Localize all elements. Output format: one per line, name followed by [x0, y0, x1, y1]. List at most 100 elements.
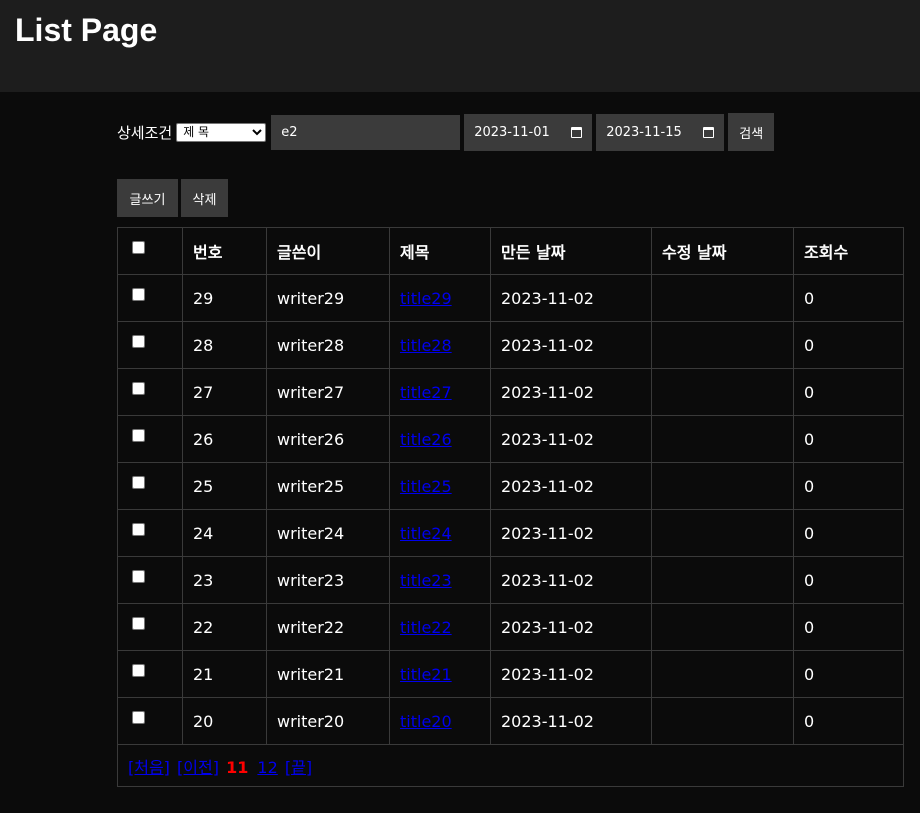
title-link[interactable]: title22 [400, 618, 452, 637]
row-check-cell [117, 462, 183, 510]
cell-views: 0 [793, 556, 904, 604]
header-views: 조회수 [793, 227, 904, 275]
title-link[interactable]: title20 [400, 712, 452, 731]
cell-created: 2023-11-02 [490, 697, 652, 745]
cell-views: 0 [793, 415, 904, 463]
cell-title: title27 [389, 368, 491, 416]
cell-modified [651, 462, 794, 510]
cell-views: 0 [793, 368, 904, 416]
cell-modified [651, 650, 794, 698]
table-row: 27 writer27 title27 2023-11-02 0 [117, 368, 904, 416]
end-date-input[interactable]: 2023-11-15 [596, 113, 725, 151]
table-row: 20 writer20 title20 2023-11-02 0 [117, 697, 904, 745]
row-check-cell [117, 603, 183, 651]
search-button[interactable]: 검색 [728, 113, 775, 151]
header-modified: 수정 날짜 [651, 227, 794, 275]
row-checkbox[interactable] [132, 616, 145, 630]
row-checkbox[interactable] [132, 475, 145, 489]
cell-number: 29 [182, 274, 267, 322]
cell-number: 26 [182, 415, 267, 463]
title-link[interactable]: title26 [400, 430, 452, 449]
cell-number: 25 [182, 462, 267, 510]
title-link[interactable]: title24 [400, 524, 452, 543]
row-check-cell [117, 415, 183, 463]
cell-number: 22 [182, 603, 267, 651]
page-title: List Page [15, 12, 158, 48]
row-check-cell [117, 650, 183, 698]
select-all-checkbox[interactable] [132, 240, 145, 254]
cell-writer: writer24 [266, 509, 390, 557]
cell-modified [651, 556, 794, 604]
row-checkbox[interactable] [132, 710, 145, 724]
title-link[interactable]: title25 [400, 477, 452, 496]
calendar-icon[interactable] [571, 126, 583, 138]
cell-title: title25 [389, 462, 491, 510]
table-header-row: 번호 글쓴이 제목 만든 날짜 수정 날짜 조회수 [117, 227, 904, 275]
keyword-input[interactable] [271, 114, 461, 150]
pagination: [처음] [이전] 11 12 [끝] [117, 744, 904, 787]
row-check-cell [117, 509, 183, 557]
cell-number: 28 [182, 321, 267, 369]
cell-views: 0 [793, 321, 904, 369]
cell-title: title28 [389, 321, 491, 369]
row-checkbox[interactable] [132, 428, 145, 442]
cell-modified [651, 321, 794, 369]
row-check-cell [117, 556, 183, 604]
row-checkbox[interactable] [132, 381, 145, 395]
cell-title: title29 [389, 274, 491, 322]
condition-select[interactable]: 제 목 [176, 122, 267, 142]
cell-writer: writer27 [266, 368, 390, 416]
cell-views: 0 [793, 274, 904, 322]
row-check-cell [117, 368, 183, 416]
cell-writer: writer29 [266, 274, 390, 322]
table-row: 28 writer28 title28 2023-11-02 0 [117, 321, 904, 369]
cell-writer: writer25 [266, 462, 390, 510]
cell-writer: writer21 [266, 650, 390, 698]
title-link[interactable]: title29 [400, 289, 452, 308]
cell-writer: writer26 [266, 415, 390, 463]
pagination-row: [처음] [이전] 11 12 [끝] [117, 744, 904, 787]
cell-views: 0 [793, 462, 904, 510]
cell-number: 23 [182, 556, 267, 604]
cell-writer: writer23 [266, 556, 390, 604]
page-link[interactable]: 12 [257, 758, 277, 777]
search-bar: 상세조건 제 목 2023-11-01 2023-11-15 검색 [117, 112, 775, 152]
calendar-icon[interactable] [703, 126, 715, 138]
cell-number: 20 [182, 697, 267, 745]
cell-views: 0 [793, 697, 904, 745]
cell-created: 2023-11-02 [490, 368, 652, 416]
cell-writer: writer20 [266, 697, 390, 745]
prev-page-link[interactable]: [이전] [177, 758, 219, 777]
row-check-cell [117, 274, 183, 322]
row-checkbox[interactable] [132, 569, 145, 583]
title-link[interactable]: title23 [400, 571, 452, 590]
post-table: 번호 글쓴이 제목 만든 날짜 수정 날짜 조회수 29 writer29 titl… [117, 227, 904, 787]
row-checkbox[interactable] [132, 663, 145, 677]
row-checkbox[interactable] [132, 522, 145, 536]
delete-button[interactable]: 삭제 [181, 179, 228, 217]
cell-title: title24 [389, 509, 491, 557]
start-date-value: 2023-11-01 [474, 124, 550, 140]
start-date-input[interactable]: 2023-11-01 [464, 113, 593, 151]
cell-created: 2023-11-02 [490, 274, 652, 322]
select-all-cell [117, 227, 183, 275]
title-link[interactable]: title21 [400, 665, 452, 684]
table-row: 26 writer26 title26 2023-11-02 0 [117, 415, 904, 463]
cell-modified [651, 697, 794, 745]
last-page-link[interactable]: [끝] [285, 758, 312, 777]
cell-created: 2023-11-02 [490, 556, 652, 604]
table-row: 24 writer24 title24 2023-11-02 0 [117, 509, 904, 557]
title-link[interactable]: title27 [400, 383, 452, 402]
cell-modified [651, 603, 794, 651]
table-row: 23 writer23 title23 2023-11-02 0 [117, 556, 904, 604]
write-button[interactable]: 글쓰기 [117, 179, 178, 217]
row-checkbox[interactable] [132, 334, 145, 348]
table-row: 29 writer29 title29 2023-11-02 0 [117, 274, 904, 322]
cell-views: 0 [793, 509, 904, 557]
row-checkbox[interactable] [132, 287, 145, 301]
first-page-link[interactable]: [처음] [128, 758, 170, 777]
cell-views: 0 [793, 603, 904, 651]
title-link[interactable]: title28 [400, 336, 452, 355]
end-date-value: 2023-11-15 [606, 124, 682, 140]
cell-created: 2023-11-02 [490, 415, 652, 463]
